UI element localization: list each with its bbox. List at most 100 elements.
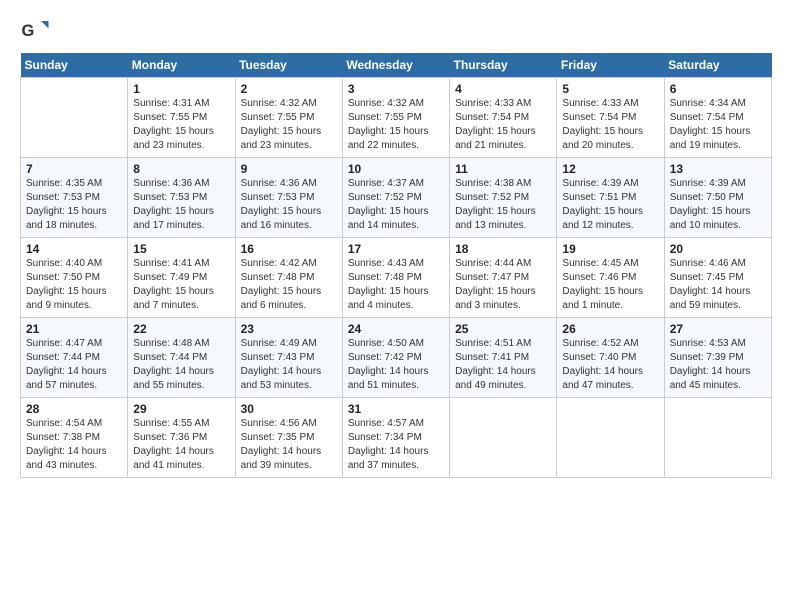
- day-number: 13: [670, 162, 766, 176]
- calendar-week-row: 28Sunrise: 4:54 AM Sunset: 7:38 PM Dayli…: [21, 398, 772, 478]
- table-row: 3Sunrise: 4:32 AM Sunset: 7:55 PM Daylig…: [342, 78, 449, 158]
- table-row: 23Sunrise: 4:49 AM Sunset: 7:43 PM Dayli…: [235, 318, 342, 398]
- table-row: 30Sunrise: 4:56 AM Sunset: 7:35 PM Dayli…: [235, 398, 342, 478]
- day-info: Sunrise: 4:51 AM Sunset: 7:41 PM Dayligh…: [455, 337, 551, 393]
- table-row: [557, 398, 664, 478]
- day-info: Sunrise: 4:33 AM Sunset: 7:54 PM Dayligh…: [455, 97, 551, 153]
- table-row: 20Sunrise: 4:46 AM Sunset: 7:45 PM Dayli…: [664, 238, 771, 318]
- day-number: 11: [455, 162, 551, 176]
- table-row: [450, 398, 557, 478]
- page-header: G: [20, 15, 772, 45]
- table-row: 17Sunrise: 4:43 AM Sunset: 7:48 PM Dayli…: [342, 238, 449, 318]
- day-info: Sunrise: 4:37 AM Sunset: 7:52 PM Dayligh…: [348, 177, 444, 233]
- day-info: Sunrise: 4:53 AM Sunset: 7:39 PM Dayligh…: [670, 337, 766, 393]
- table-row: 8Sunrise: 4:36 AM Sunset: 7:53 PM Daylig…: [128, 158, 235, 238]
- logo-icon: G: [20, 15, 50, 45]
- day-info: Sunrise: 4:56 AM Sunset: 7:35 PM Dayligh…: [241, 417, 337, 473]
- logo: G: [20, 15, 54, 45]
- day-number: 7: [26, 162, 122, 176]
- day-number: 29: [133, 402, 229, 416]
- day-number: 10: [348, 162, 444, 176]
- table-row: 14Sunrise: 4:40 AM Sunset: 7:50 PM Dayli…: [21, 238, 128, 318]
- table-row: 10Sunrise: 4:37 AM Sunset: 7:52 PM Dayli…: [342, 158, 449, 238]
- day-info: Sunrise: 4:47 AM Sunset: 7:44 PM Dayligh…: [26, 337, 122, 393]
- day-info: Sunrise: 4:48 AM Sunset: 7:44 PM Dayligh…: [133, 337, 229, 393]
- day-number: 5: [562, 82, 658, 96]
- day-info: Sunrise: 4:36 AM Sunset: 7:53 PM Dayligh…: [241, 177, 337, 233]
- day-number: 12: [562, 162, 658, 176]
- day-info: Sunrise: 4:55 AM Sunset: 7:36 PM Dayligh…: [133, 417, 229, 473]
- day-number: 8: [133, 162, 229, 176]
- day-number: 31: [348, 402, 444, 416]
- weekday-header: Sunday: [21, 53, 128, 78]
- day-number: 9: [241, 162, 337, 176]
- weekday-header: Thursday: [450, 53, 557, 78]
- table-row: 4Sunrise: 4:33 AM Sunset: 7:54 PM Daylig…: [450, 78, 557, 158]
- table-row: 18Sunrise: 4:44 AM Sunset: 7:47 PM Dayli…: [450, 238, 557, 318]
- table-row: 19Sunrise: 4:45 AM Sunset: 7:46 PM Dayli…: [557, 238, 664, 318]
- day-number: 22: [133, 322, 229, 336]
- day-info: Sunrise: 4:50 AM Sunset: 7:42 PM Dayligh…: [348, 337, 444, 393]
- table-row: 29Sunrise: 4:55 AM Sunset: 7:36 PM Dayli…: [128, 398, 235, 478]
- day-number: 3: [348, 82, 444, 96]
- table-row: 25Sunrise: 4:51 AM Sunset: 7:41 PM Dayli…: [450, 318, 557, 398]
- day-info: Sunrise: 4:52 AM Sunset: 7:40 PM Dayligh…: [562, 337, 658, 393]
- day-number: 28: [26, 402, 122, 416]
- day-info: Sunrise: 4:34 AM Sunset: 7:54 PM Dayligh…: [670, 97, 766, 153]
- table-row: [664, 398, 771, 478]
- day-info: Sunrise: 4:31 AM Sunset: 7:55 PM Dayligh…: [133, 97, 229, 153]
- table-row: 1Sunrise: 4:31 AM Sunset: 7:55 PM Daylig…: [128, 78, 235, 158]
- weekday-header: Friday: [557, 53, 664, 78]
- table-row: 31Sunrise: 4:57 AM Sunset: 7:34 PM Dayli…: [342, 398, 449, 478]
- day-info: Sunrise: 4:33 AM Sunset: 7:54 PM Dayligh…: [562, 97, 658, 153]
- day-info: Sunrise: 4:57 AM Sunset: 7:34 PM Dayligh…: [348, 417, 444, 473]
- table-row: 21Sunrise: 4:47 AM Sunset: 7:44 PM Dayli…: [21, 318, 128, 398]
- calendar-week-row: 21Sunrise: 4:47 AM Sunset: 7:44 PM Dayli…: [21, 318, 772, 398]
- table-row: 2Sunrise: 4:32 AM Sunset: 7:55 PM Daylig…: [235, 78, 342, 158]
- table-row: 26Sunrise: 4:52 AM Sunset: 7:40 PM Dayli…: [557, 318, 664, 398]
- day-number: 27: [670, 322, 766, 336]
- weekday-header: Monday: [128, 53, 235, 78]
- weekday-header: Tuesday: [235, 53, 342, 78]
- day-number: 18: [455, 242, 551, 256]
- day-info: Sunrise: 4:39 AM Sunset: 7:50 PM Dayligh…: [670, 177, 766, 233]
- day-number: 14: [26, 242, 122, 256]
- day-number: 20: [670, 242, 766, 256]
- day-info: Sunrise: 4:36 AM Sunset: 7:53 PM Dayligh…: [133, 177, 229, 233]
- day-number: 25: [455, 322, 551, 336]
- table-row: 27Sunrise: 4:53 AM Sunset: 7:39 PM Dayli…: [664, 318, 771, 398]
- table-row: 24Sunrise: 4:50 AM Sunset: 7:42 PM Dayli…: [342, 318, 449, 398]
- day-info: Sunrise: 4:39 AM Sunset: 7:51 PM Dayligh…: [562, 177, 658, 233]
- table-row: 22Sunrise: 4:48 AM Sunset: 7:44 PM Dayli…: [128, 318, 235, 398]
- day-number: 1: [133, 82, 229, 96]
- day-info: Sunrise: 4:40 AM Sunset: 7:50 PM Dayligh…: [26, 257, 122, 313]
- day-info: Sunrise: 4:42 AM Sunset: 7:48 PM Dayligh…: [241, 257, 337, 313]
- day-number: 4: [455, 82, 551, 96]
- day-number: 15: [133, 242, 229, 256]
- table-row: 12Sunrise: 4:39 AM Sunset: 7:51 PM Dayli…: [557, 158, 664, 238]
- calendar-week-row: 1Sunrise: 4:31 AM Sunset: 7:55 PM Daylig…: [21, 78, 772, 158]
- table-row: 28Sunrise: 4:54 AM Sunset: 7:38 PM Dayli…: [21, 398, 128, 478]
- day-number: 16: [241, 242, 337, 256]
- day-info: Sunrise: 4:32 AM Sunset: 7:55 PM Dayligh…: [348, 97, 444, 153]
- calendar-week-row: 14Sunrise: 4:40 AM Sunset: 7:50 PM Dayli…: [21, 238, 772, 318]
- day-info: Sunrise: 4:38 AM Sunset: 7:52 PM Dayligh…: [455, 177, 551, 233]
- weekday-header: Wednesday: [342, 53, 449, 78]
- day-info: Sunrise: 4:45 AM Sunset: 7:46 PM Dayligh…: [562, 257, 658, 313]
- table-row: 11Sunrise: 4:38 AM Sunset: 7:52 PM Dayli…: [450, 158, 557, 238]
- table-row: 5Sunrise: 4:33 AM Sunset: 7:54 PM Daylig…: [557, 78, 664, 158]
- day-number: 19: [562, 242, 658, 256]
- day-number: 26: [562, 322, 658, 336]
- day-number: 6: [670, 82, 766, 96]
- svg-text:G: G: [22, 22, 35, 40]
- table-row: 6Sunrise: 4:34 AM Sunset: 7:54 PM Daylig…: [664, 78, 771, 158]
- calendar-week-row: 7Sunrise: 4:35 AM Sunset: 7:53 PM Daylig…: [21, 158, 772, 238]
- table-row: 9Sunrise: 4:36 AM Sunset: 7:53 PM Daylig…: [235, 158, 342, 238]
- table-row: 7Sunrise: 4:35 AM Sunset: 7:53 PM Daylig…: [21, 158, 128, 238]
- day-info: Sunrise: 4:54 AM Sunset: 7:38 PM Dayligh…: [26, 417, 122, 473]
- day-info: Sunrise: 4:46 AM Sunset: 7:45 PM Dayligh…: [670, 257, 766, 313]
- day-info: Sunrise: 4:35 AM Sunset: 7:53 PM Dayligh…: [26, 177, 122, 233]
- day-number: 21: [26, 322, 122, 336]
- day-number: 23: [241, 322, 337, 336]
- table-row: 16Sunrise: 4:42 AM Sunset: 7:48 PM Dayli…: [235, 238, 342, 318]
